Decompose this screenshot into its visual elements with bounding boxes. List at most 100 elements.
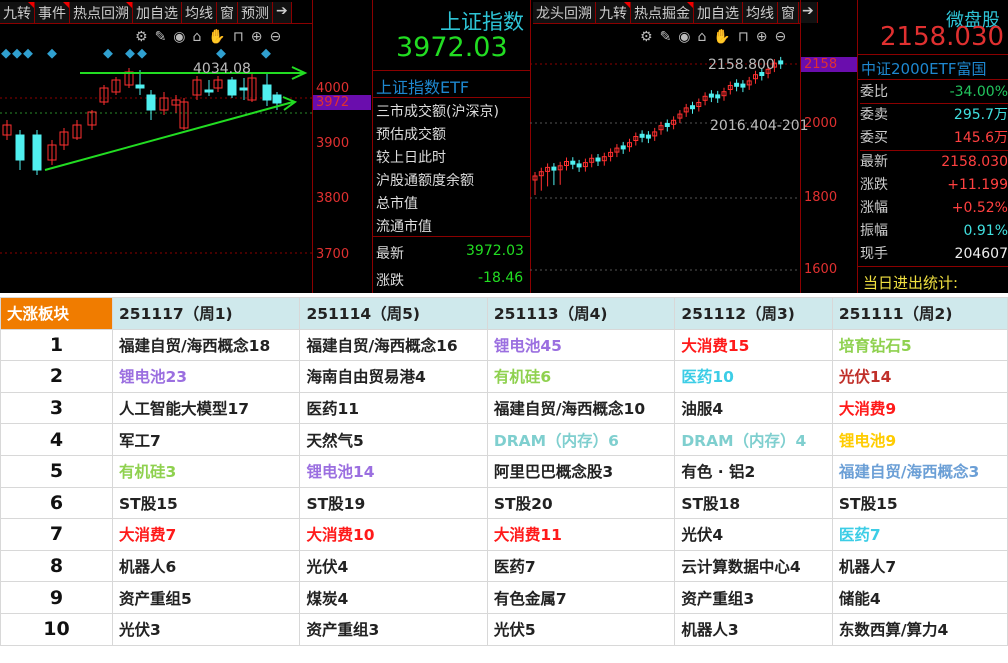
- info-row-label: 总市值: [376, 196, 418, 212]
- sector-cell: 储能4: [831, 581, 1008, 614]
- signal-marker: [47, 48, 57, 59]
- sector-cell: 大消费9: [831, 391, 1008, 425]
- candle: [708, 93, 714, 98]
- index-price: 3972.03: [396, 32, 508, 63]
- quote-label: 涨跌: [860, 176, 888, 193]
- zoom-in-icon[interactable]: ⊕: [756, 29, 768, 45]
- eye-icon[interactable]: ◉: [678, 29, 690, 45]
- signal-marker: [1, 48, 11, 59]
- latest-value: 3972.03: [466, 243, 524, 259]
- date-header: 251111（周2): [831, 297, 1008, 330]
- tab[interactable]: 预测: [238, 2, 273, 23]
- sector-cell: 天然气5: [299, 423, 488, 456]
- quote-value: 204607: [954, 246, 1008, 263]
- candle: [551, 166, 557, 171]
- sector-cell: 煤炭4: [299, 581, 488, 614]
- lock-icon[interactable]: ⊓: [738, 29, 749, 45]
- rank-cell: 7: [0, 518, 113, 551]
- zoom-out-icon[interactable]: ⊖: [775, 29, 787, 45]
- candle: [32, 134, 42, 171]
- date-header: 251113（周4): [486, 297, 676, 330]
- axis-label: 3700: [316, 247, 350, 262]
- tab[interactable]: 均线: [182, 2, 217, 23]
- table-row: 7 大消费7 大消费10 大消费11 光伏4 医药7: [0, 518, 1008, 551]
- candle: [135, 84, 145, 89]
- tab[interactable]: 均线: [743, 2, 778, 23]
- hand-icon[interactable]: ✋: [713, 29, 730, 45]
- quote-label: 现手: [860, 246, 888, 263]
- stats-label: 当日进出统计:: [863, 274, 959, 292]
- sector-cell: 有机硅6: [486, 360, 676, 393]
- etf-name[interactable]: 中证2000ETF富国: [861, 58, 986, 79]
- index-info-list: 三市成交额(沪深京) 预估成交额 较上日此时 沪股通额度余额 总市值 流通市值: [376, 101, 499, 239]
- candle: [272, 94, 282, 104]
- tab[interactable]: 窗: [217, 2, 238, 23]
- sector-cell: 海南自由贸易港4: [299, 360, 488, 393]
- rank-cell: 4: [0, 423, 113, 456]
- settings-icon[interactable]: ⚙: [640, 29, 653, 45]
- basket-icon[interactable]: ⌂: [698, 29, 707, 45]
- tab[interactable]: 九转: [0, 2, 35, 23]
- candle: [239, 87, 249, 91]
- candle: [645, 134, 651, 139]
- candle: [227, 79, 237, 96]
- quote-value: +0.52%: [951, 199, 1008, 216]
- rank-cell: 8: [0, 549, 113, 583]
- sector-cell: ST股15: [111, 486, 301, 520]
- tab[interactable]: 热点回溯: [70, 2, 133, 23]
- candle: [740, 83, 746, 88]
- sector-cell: 油服4: [674, 391, 833, 425]
- quote-row: 委买 145.6万: [860, 127, 1008, 151]
- axis-label: 1600: [804, 262, 838, 277]
- quote-value: -34.00%: [949, 84, 1008, 100]
- sector-cell: 福建自贸/海西概念10: [486, 391, 676, 425]
- quote-value: +11.199: [947, 176, 1008, 193]
- quote-label: 委比: [860, 84, 888, 100]
- tab[interactable]: 九转: [596, 2, 631, 23]
- collapse-arrow-icon[interactable]: ➔: [799, 2, 818, 23]
- sector-cell: 大消费15: [674, 328, 833, 362]
- signal-marker: [261, 48, 271, 59]
- rank-cell: 2: [0, 360, 113, 393]
- table-row: 9 资产重组5 煤炭4 有色金属7 资产重组3 储能4: [0, 581, 1008, 614]
- corner-header: 大涨板块: [0, 297, 113, 330]
- tab[interactable]: 热点掘金: [631, 2, 694, 23]
- signal-marker: [125, 48, 135, 59]
- date-header: 251112（周3): [674, 297, 833, 330]
- candle: [639, 133, 645, 138]
- signal-marker: [137, 48, 147, 59]
- candle: [620, 145, 626, 150]
- quote-value: 145.6万: [953, 130, 1008, 147]
- quote-value: 2158.030: [941, 153, 1008, 170]
- tab[interactable]: 龙头回溯: [533, 2, 596, 23]
- tab[interactable]: 事件: [35, 2, 70, 23]
- collapse-arrow-icon[interactable]: ➔: [273, 2, 292, 23]
- info-row-label: 预估成交额: [376, 127, 446, 143]
- quote-row: 委卖 295.7万: [860, 104, 1008, 127]
- sector-cell: 光伏3: [111, 612, 301, 646]
- mid-candlestick-chart[interactable]: [530, 50, 800, 292]
- quote-row: 最新 2158.030: [860, 151, 1008, 174]
- tab[interactable]: 加自选: [133, 2, 182, 23]
- candle: [734, 82, 740, 87]
- mid-chart-tools: ⚙ ✎ ◉ ⌂ ✋ ⊓ ⊕ ⊖: [640, 29, 786, 45]
- price-tag: 3972: [313, 95, 371, 110]
- rank-cell: 10: [0, 612, 113, 646]
- etf-name[interactable]: 上证指数ETF: [376, 74, 469, 98]
- sector-cell: 机器人7: [831, 549, 1008, 583]
- sector-cell: 锂电池45: [486, 328, 676, 362]
- sector-cell: 军工7: [111, 423, 301, 456]
- quote-row: 委比 -34.00%: [860, 81, 1008, 105]
- high-label: 2158.800: [708, 57, 775, 73]
- tab[interactable]: 窗: [778, 2, 799, 23]
- rank-cell: 9: [0, 581, 113, 614]
- sector-cell: ST股15: [831, 486, 1008, 520]
- sector-cell: 锂电池23: [111, 360, 301, 393]
- candle: [570, 160, 576, 165]
- pen-icon[interactable]: ✎: [660, 29, 672, 45]
- table-row: 4 军工7 天然气5 DRAM（内存）6 DRAM（内存）4 锂电池9: [0, 423, 1008, 456]
- quote-value: 0.91%: [963, 223, 1008, 240]
- left-candlestick-chart[interactable]: [0, 40, 312, 292]
- tab[interactable]: 加自选: [694, 2, 743, 23]
- quote-screen: 九转 事件 热点回溯 加自选 均线窗预测 ➔ ⚙ ✎ ◉ ⌂ ✋ ⊓ ⊕ ⊖ 4034.08 4000 …: [0, 0, 1008, 293]
